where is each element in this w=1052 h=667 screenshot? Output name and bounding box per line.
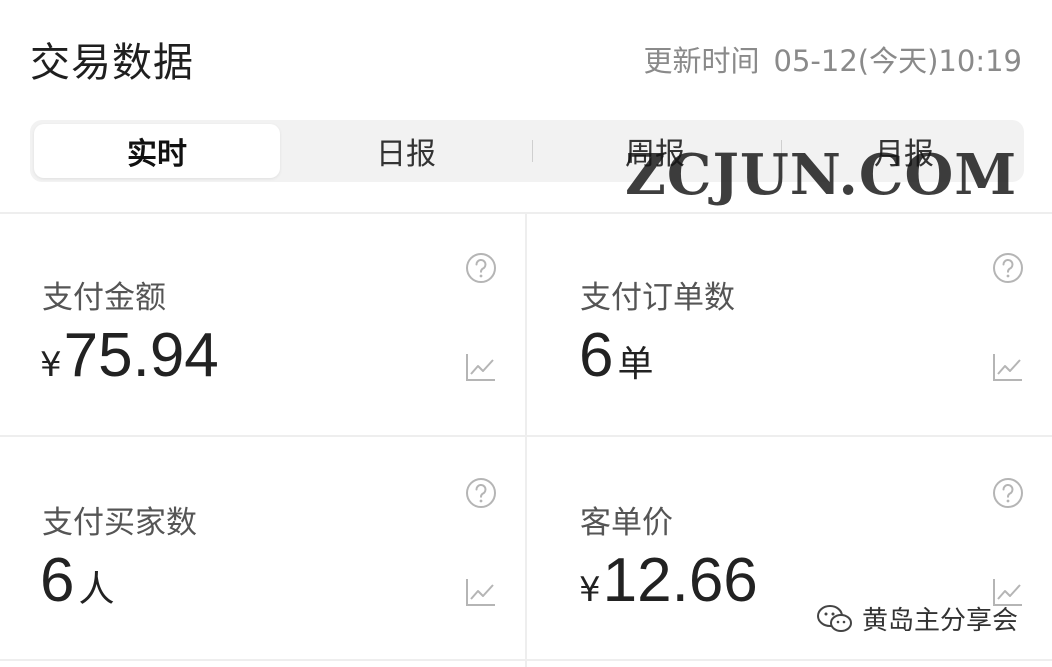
trend-chart-icon[interactable] [465, 577, 497, 607]
footer-account-mark: 黄岛主分享会 [816, 600, 1018, 637]
help-icon[interactable] [465, 252, 497, 284]
page-title: 交易数据 [30, 40, 194, 86]
metric-number: 75.94 [63, 321, 219, 390]
footer-text: 黄岛主分享会 [861, 606, 1018, 636]
metric-number: 6 [579, 321, 614, 390]
metric-number: 12.66 [602, 546, 758, 615]
metric-value: ¥75.94 [40, 320, 219, 391]
metric-card-payment-amount[interactable]: 支付金额 ¥75.94 [0, 212, 525, 434]
currency-symbol: ¥ [40, 345, 62, 385]
help-icon[interactable] [465, 477, 497, 509]
watermark: ZCJUN.COM [625, 142, 1018, 208]
update-time-label: 更新时间 [643, 44, 760, 78]
header: 交易数据 更新时间 05-12(今天)10:19 [0, 0, 1052, 110]
metric-label: 客单价 [580, 505, 673, 541]
tab-daily[interactable]: 日报 [283, 124, 529, 178]
tab-realtime[interactable]: 实时 [34, 124, 280, 178]
trend-chart-icon[interactable] [465, 352, 497, 382]
metric-unit: 单 [617, 344, 654, 385]
metric-unit: 人 [78, 569, 115, 610]
metric-label: 支付买家数 [42, 505, 197, 541]
metric-value: 6人 [40, 545, 115, 616]
metric-card-order-count[interactable]: 支付订单数 6单 [527, 212, 1052, 434]
metric-value: 6单 [579, 320, 654, 391]
currency-symbol: ¥ [579, 570, 601, 610]
metric-card-buyer-count[interactable]: 支付买家数 6人 [0, 437, 525, 659]
metric-number: 6 [40, 546, 75, 615]
metric-label: 支付金额 [42, 280, 166, 316]
wechat-icon [816, 604, 852, 632]
update-time-info: 更新时间 05-12(今天)10:19 [644, 38, 1022, 80]
help-icon[interactable] [992, 252, 1024, 284]
update-time-value: 05-12(今天)10:19 [773, 44, 1022, 78]
metric-label: 支付订单数 [580, 280, 735, 316]
trend-chart-icon[interactable] [992, 352, 1024, 382]
metric-value: ¥12.66 [579, 545, 758, 616]
help-icon[interactable] [992, 477, 1024, 509]
